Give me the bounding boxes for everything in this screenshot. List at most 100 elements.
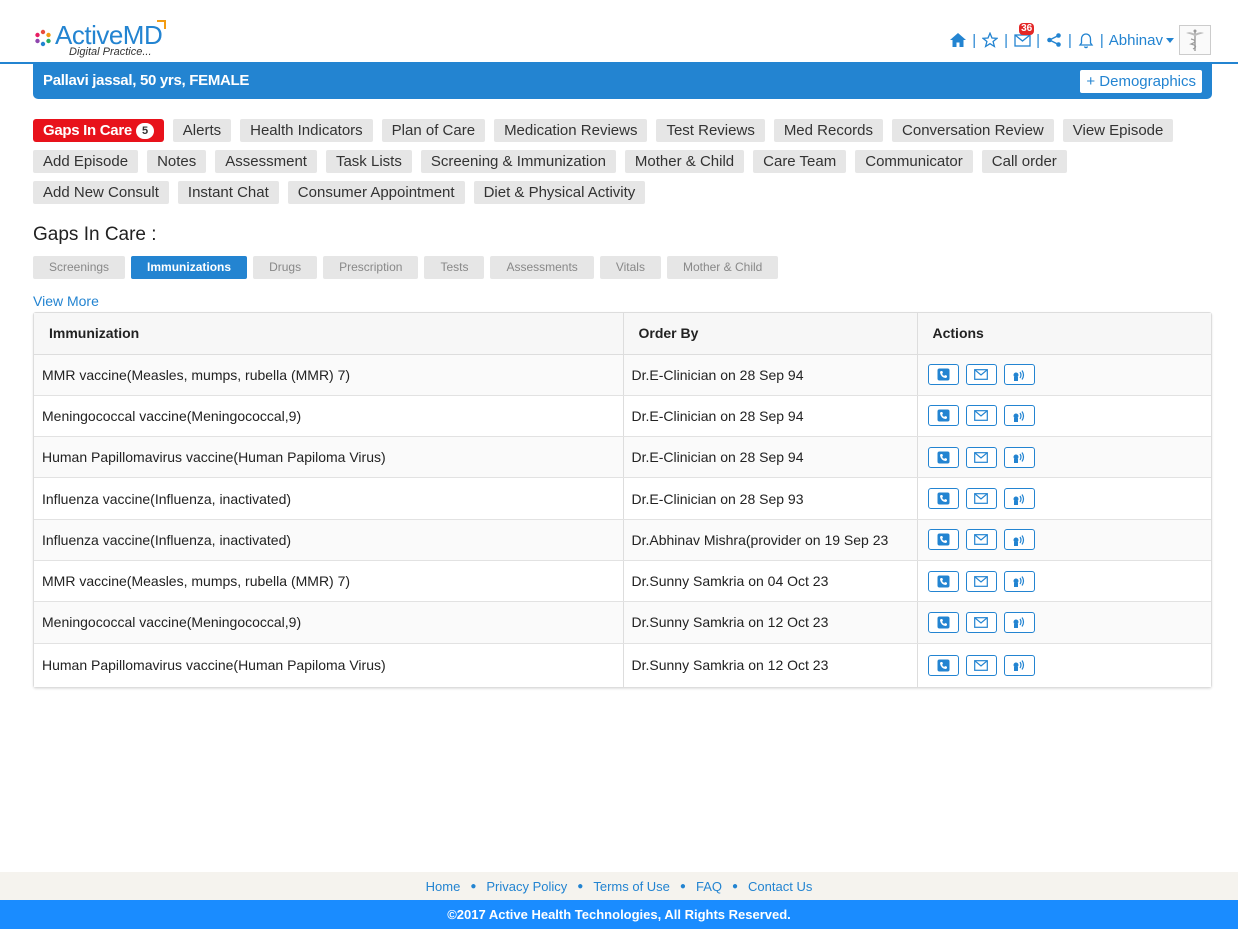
subtab-prescription[interactable]: Prescription [323,256,419,279]
tab-mother-child[interactable]: Mother & Child [624,150,745,173]
subtab-screenings[interactable]: Screenings [33,256,126,279]
phone-button[interactable] [927,488,959,510]
voice-call-button[interactable] [1003,488,1035,510]
tab-communicator[interactable]: Communicator [855,150,973,173]
mail-icon[interactable]: 36 [1013,23,1035,49]
separator: | [1004,31,1009,49]
row-actions [917,436,1211,479]
phone-button[interactable] [927,529,959,551]
immunization-name: MMR vaccine(Measles, mumps, rubella (MMR… [34,354,624,396]
tab-care-team[interactable]: Care Team [753,150,847,173]
tab-label: Gaps In Care [43,122,132,139]
footer-link-terms[interactable]: Terms of Use [593,879,670,894]
tab-add-episode[interactable]: Add Episode [33,150,139,173]
footer-link-home[interactable]: Home [426,879,461,894]
subtab-assessments[interactable]: Assessments [490,256,594,279]
tab-call-order[interactable]: Call order [981,150,1067,173]
phone-button[interactable] [927,611,959,633]
phone-button[interactable] [927,654,959,676]
tab-diet-physical-activity[interactable]: Diet & Physical Activity [473,181,646,204]
column-header-immunization: Immunization [34,313,624,355]
subtab-tests[interactable]: Tests [424,256,485,279]
tab-consumer-appointment[interactable]: Consumer Appointment [287,181,465,204]
bullet: ● [679,880,686,892]
row-actions [917,560,1212,603]
voice-call-button[interactable] [1003,611,1035,633]
table-row: Influenza vaccine(Influenza, inactivated… [34,519,1211,561]
tab-add-new-consult[interactable]: Add New Consult [33,181,169,204]
logo-accent [157,20,166,29]
tab-view-episode[interactable]: View Episode [1062,119,1174,142]
row-actions [917,477,1211,520]
immunization-name: Human Papillomavirus vaccine(Human Papil… [34,643,624,688]
subtab-immunizations[interactable]: Immunizations [131,256,248,279]
tab-notes[interactable]: Notes [147,150,207,173]
mail-button[interactable] [965,570,997,592]
footer-link-contact[interactable]: Contact Us [748,879,812,894]
tab-instant-chat[interactable]: Instant Chat [177,181,279,204]
immunization-name: Influenza vaccine(Influenza, inactivated… [34,519,624,561]
immunization-table: Immunization Order By Actions MMR vaccin… [33,312,1212,689]
mail-button[interactable] [965,364,997,386]
separator: | [972,31,977,49]
action-buttons [926,611,1212,633]
bell-icon[interactable] [1077,31,1095,49]
mail-button[interactable] [965,611,997,633]
phone-button[interactable] [927,364,959,386]
user-menu[interactable]: Abhinav [1109,32,1174,49]
tab-medication-reviews[interactable]: Medication Reviews [494,119,648,142]
action-buttons [926,570,1212,592]
nav-row: Add New Consult Instant Chat Consumer Ap… [33,181,1213,204]
order-by: Dr.Sunny Samkria on 12 Oct 23 [623,643,918,688]
avatar[interactable] [1179,25,1211,55]
table-row: MMR vaccine(Measles, mumps, rubella (MMR… [34,560,1212,603]
mail-button[interactable] [965,488,997,510]
voice-call-button[interactable] [1003,446,1035,468]
caduceus-icon [1186,29,1204,51]
mail-button[interactable] [965,405,997,427]
tab-gaps-in-care[interactable]: Gaps In Care 5 [33,119,164,142]
phone-icon [937,575,950,588]
subtab-drugs[interactable]: Drugs [253,256,318,279]
mail-button[interactable] [965,654,997,676]
subtab-mother-child[interactable]: Mother & Child [666,256,779,279]
mail-icon [974,617,988,628]
voice-call-button[interactable] [1003,364,1035,386]
tab-med-records[interactable]: Med Records [773,119,884,142]
action-buttons [926,364,1212,386]
footer-link-faq[interactable]: FAQ [696,879,722,894]
tab-test-reviews[interactable]: Test Reviews [656,119,765,142]
row-actions [917,519,1211,561]
order-by: Dr.Abhinav Mishra(provider on 19 Sep 23 [623,519,918,561]
voice-call-button[interactable] [1003,529,1035,551]
phone-button[interactable] [927,570,959,592]
footer-links: Home ● Privacy Policy ● Terms of Use ● F… [0,872,1238,900]
star-icon[interactable] [981,31,999,49]
tab-conversation-review[interactable]: Conversation Review [892,119,1054,142]
phone-button[interactable] [927,446,959,468]
mail-button[interactable] [965,529,997,551]
tab-alerts[interactable]: Alerts [172,119,232,142]
footer-link-privacy[interactable]: Privacy Policy [486,879,567,894]
voice-call-icon [1011,533,1027,547]
tab-task-lists[interactable]: Task Lists [325,150,412,173]
demographics-button[interactable]: + Demographics [1080,70,1202,93]
voice-call-button[interactable] [1003,654,1035,676]
subtab-vitals[interactable]: Vitals [599,256,661,279]
table-row: Meningococcal vaccine(Meningococcal,9) Dr… [34,601,1212,644]
tab-screening-immunization[interactable]: Screening & Immunization [420,150,616,173]
separator: | [1067,31,1072,49]
bullet: ● [577,880,584,892]
column-header-actions: Actions [917,313,1211,355]
share-icon[interactable] [1045,31,1063,49]
mail-button[interactable] [965,446,997,468]
voice-call-button[interactable] [1003,570,1035,592]
tab-assessment[interactable]: Assessment [215,150,317,173]
phone-button[interactable] [927,405,959,427]
order-by: Dr.E-Clinician on 28 Sep 94 [623,354,918,396]
view-more-link[interactable]: View More [33,293,99,309]
tab-plan-of-care[interactable]: Plan of Care [381,119,486,142]
home-icon[interactable] [949,31,967,49]
voice-call-button[interactable] [1003,405,1035,427]
tab-health-indicators[interactable]: Health Indicators [240,119,373,142]
